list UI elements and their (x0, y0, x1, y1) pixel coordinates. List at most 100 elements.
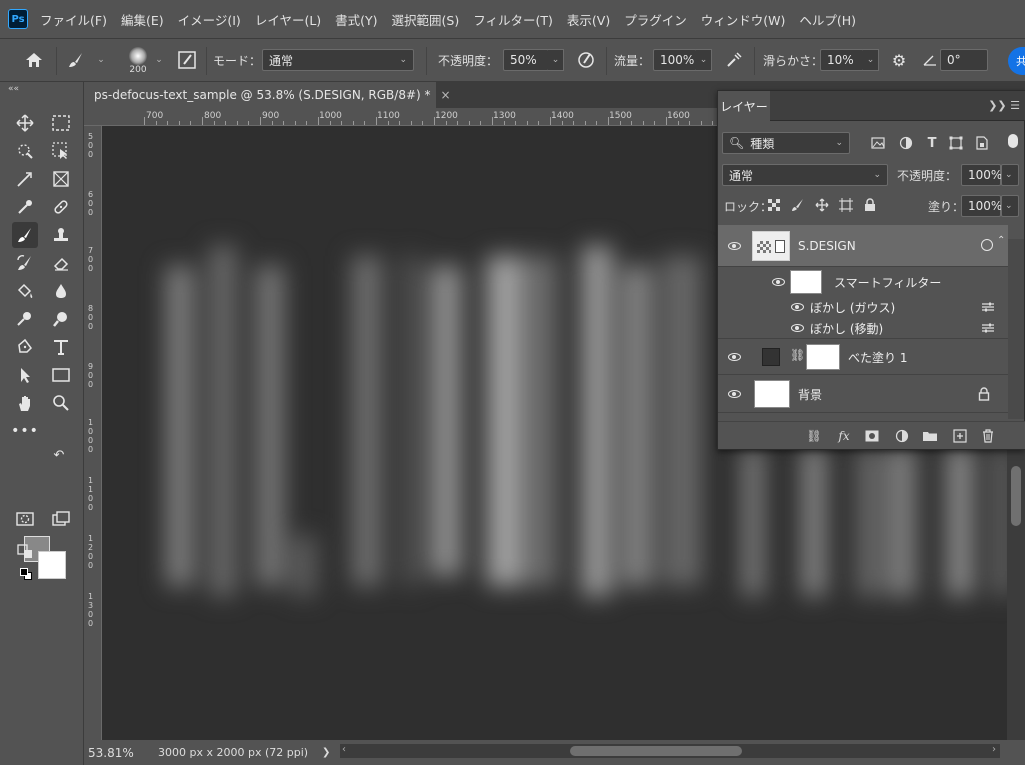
lock-position-icon[interactable] (814, 197, 830, 213)
close-tab-icon[interactable]: × (441, 88, 451, 102)
lock-image-pixels-icon[interactable] (790, 197, 806, 213)
new-layer-icon[interactable] (952, 428, 968, 444)
default-colors-icon[interactable] (20, 568, 32, 580)
menu-window[interactable]: ウィンドウ(W) (701, 10, 786, 29)
layer-filter-select[interactable]: 🔍︎ 種類 ⌄ (722, 132, 850, 154)
type-tool-icon[interactable] (48, 334, 74, 360)
swap-colors-icon[interactable]: ↶ (50, 446, 68, 464)
object-select-tool-icon[interactable] (48, 138, 74, 164)
layer-opacity-input[interactable]: 100% (961, 164, 1002, 186)
lock-artboard-icon[interactable] (838, 197, 854, 213)
edit-toolbar-icon[interactable] (12, 538, 38, 564)
scroll-right-arrow-icon[interactable]: › (992, 744, 996, 755)
layer-row-sdesign[interactable]: S.DESIGN ⌃ (718, 225, 1008, 267)
toolbar-collapse-icon[interactable]: «« (8, 84, 19, 94)
smoothing-chevron-icon[interactable]: ⌄ (863, 49, 879, 71)
menu-select[interactable]: 選択範囲(S) (392, 10, 460, 29)
menu-view[interactable]: 表示(V) (567, 10, 610, 29)
menu-plugins[interactable]: プラグイン (624, 10, 687, 29)
status-menu-arrow-icon[interactable]: ❯ (322, 747, 330, 758)
background-color-swatch[interactable] (38, 551, 66, 579)
adjustment-filter-icon[interactable] (898, 135, 914, 151)
brush-tool-active-icon[interactable] (12, 222, 38, 248)
trash-icon[interactable] (980, 428, 996, 444)
document-tab[interactable]: ps-defocus-text_sample @ 53.8% (S.DESIGN… (84, 82, 451, 108)
path-select-tool-icon[interactable] (12, 362, 38, 388)
layer-row-solid-fill[interactable]: ⛓︎ べた塗り 1 (718, 339, 1008, 375)
adjustment-layer-icon[interactable] (894, 428, 910, 444)
brush-size-picker[interactable]: 200 (124, 43, 152, 79)
type-filter-icon[interactable]: T (924, 135, 940, 151)
menu-edit[interactable]: 編集(E) (121, 10, 164, 29)
filter-eye-icon[interactable] (789, 322, 805, 334)
collapse-effects-chevron-icon[interactable]: ⌃ (997, 235, 1005, 246)
pixel-filter-icon[interactable] (870, 135, 886, 151)
link-chain-icon[interactable]: ⛓︎ (790, 348, 805, 362)
dodge-tool-icon[interactable] (12, 306, 38, 332)
zoom-level[interactable]: 53.81% (88, 746, 134, 760)
lock-all-icon[interactable] (862, 197, 878, 213)
opacity-chevron-icon[interactable]: ⌄ (548, 49, 564, 71)
new-group-folder-icon[interactable] (922, 428, 938, 444)
smart-object-filter-icon[interactable] (974, 135, 990, 151)
menu-help[interactable]: ヘルプ(H) (799, 10, 856, 29)
fill-input[interactable]: 100% (961, 195, 1002, 217)
smart-filter-row[interactable]: スマートフィルター (718, 267, 1008, 297)
crop-slice-tool-icon[interactable] (12, 166, 38, 192)
menu-type[interactable]: 書式(Y) (335, 10, 377, 29)
menu-filter[interactable]: フィルター(T) (473, 10, 553, 29)
smart-filters-indicator-icon[interactable] (981, 239, 993, 251)
stamp-tool-icon[interactable] (48, 222, 74, 248)
horizontal-scrollbar[interactable]: ‹ › (340, 744, 1000, 758)
healing-brush-tool-icon[interactable] (48, 194, 74, 220)
layer-row-background[interactable]: 背景 (718, 375, 1008, 413)
flow-chevron-icon[interactable]: ⌄ (696, 49, 712, 71)
link-layers-icon[interactable]: ⛓︎ (806, 428, 822, 444)
hand-tool-icon[interactable] (12, 390, 38, 416)
layer-mask-thumbnail[interactable] (806, 344, 840, 370)
airbrush-icon[interactable] (722, 49, 746, 71)
zoom-tool-icon[interactable] (48, 390, 74, 416)
layer-lock-icon[interactable] (978, 387, 990, 401)
filter-row-gaussian-blur[interactable]: ぼかし (ガウス) (718, 297, 1008, 317)
angle-input[interactable]: 0° (940, 49, 988, 71)
vertical-scroll-thumb[interactable] (1011, 466, 1021, 526)
horizontal-scroll-thumb[interactable] (570, 746, 742, 756)
brush-size-chevron-icon[interactable]: ⌄ (152, 51, 166, 69)
flow-input[interactable]: 100% (653, 49, 697, 71)
smoothing-input[interactable]: 10% (820, 49, 864, 71)
move-tool-icon[interactable] (12, 110, 38, 136)
pen-tool-icon[interactable] (12, 334, 38, 360)
frame-tool-icon[interactable] (48, 166, 74, 192)
gear-icon[interactable]: ⚙ (888, 49, 910, 71)
screen-mode-icon[interactable] (48, 506, 74, 532)
visibility-eye-icon[interactable] (726, 351, 742, 363)
eraser-tool-icon[interactable] (48, 250, 74, 276)
blur-tool-icon[interactable] (48, 278, 74, 304)
filter-toggle-switch[interactable] (1008, 134, 1018, 148)
marquee-tool-icon[interactable] (48, 110, 74, 136)
paint-bucket-tool-icon[interactable] (12, 278, 38, 304)
eyedropper-tool-icon[interactable] (12, 194, 38, 220)
filter-blending-options-icon[interactable] (981, 301, 995, 313)
menu-file[interactable]: ファイル(F) (40, 10, 107, 29)
layers-tab[interactable]: レイヤー (718, 91, 770, 121)
mode-select[interactable]: 通常 ⌄ (262, 49, 414, 71)
brush-preset-chevron-icon[interactable]: ⌄ (94, 51, 108, 69)
fill-color-thumbnail[interactable] (762, 348, 780, 366)
pressure-opacity-icon[interactable] (574, 49, 598, 71)
lock-transparent-pixels-icon[interactable] (766, 197, 782, 213)
fx-icon[interactable]: fx (836, 428, 852, 444)
layer-opacity-chevron-icon[interactable]: ⌄ (1001, 164, 1019, 186)
history-brush-tool-icon[interactable] (12, 250, 38, 276)
brush-tool-icon[interactable] (64, 49, 88, 71)
smart-filter-eye-icon[interactable] (770, 276, 786, 288)
shape-filter-icon[interactable] (948, 135, 964, 151)
panel-menu-icon[interactable]: ❯❯ ☰ (988, 99, 1020, 112)
filter-eye-icon[interactable] (789, 301, 805, 313)
layers-scrollbar[interactable] (1008, 239, 1024, 419)
brush-settings-icon[interactable] (176, 49, 198, 71)
blend-mode-select[interactable]: 通常 ⌄ (722, 164, 888, 186)
menu-image[interactable]: イメージ(I) (178, 10, 241, 29)
visibility-eye-icon[interactable] (726, 388, 742, 400)
